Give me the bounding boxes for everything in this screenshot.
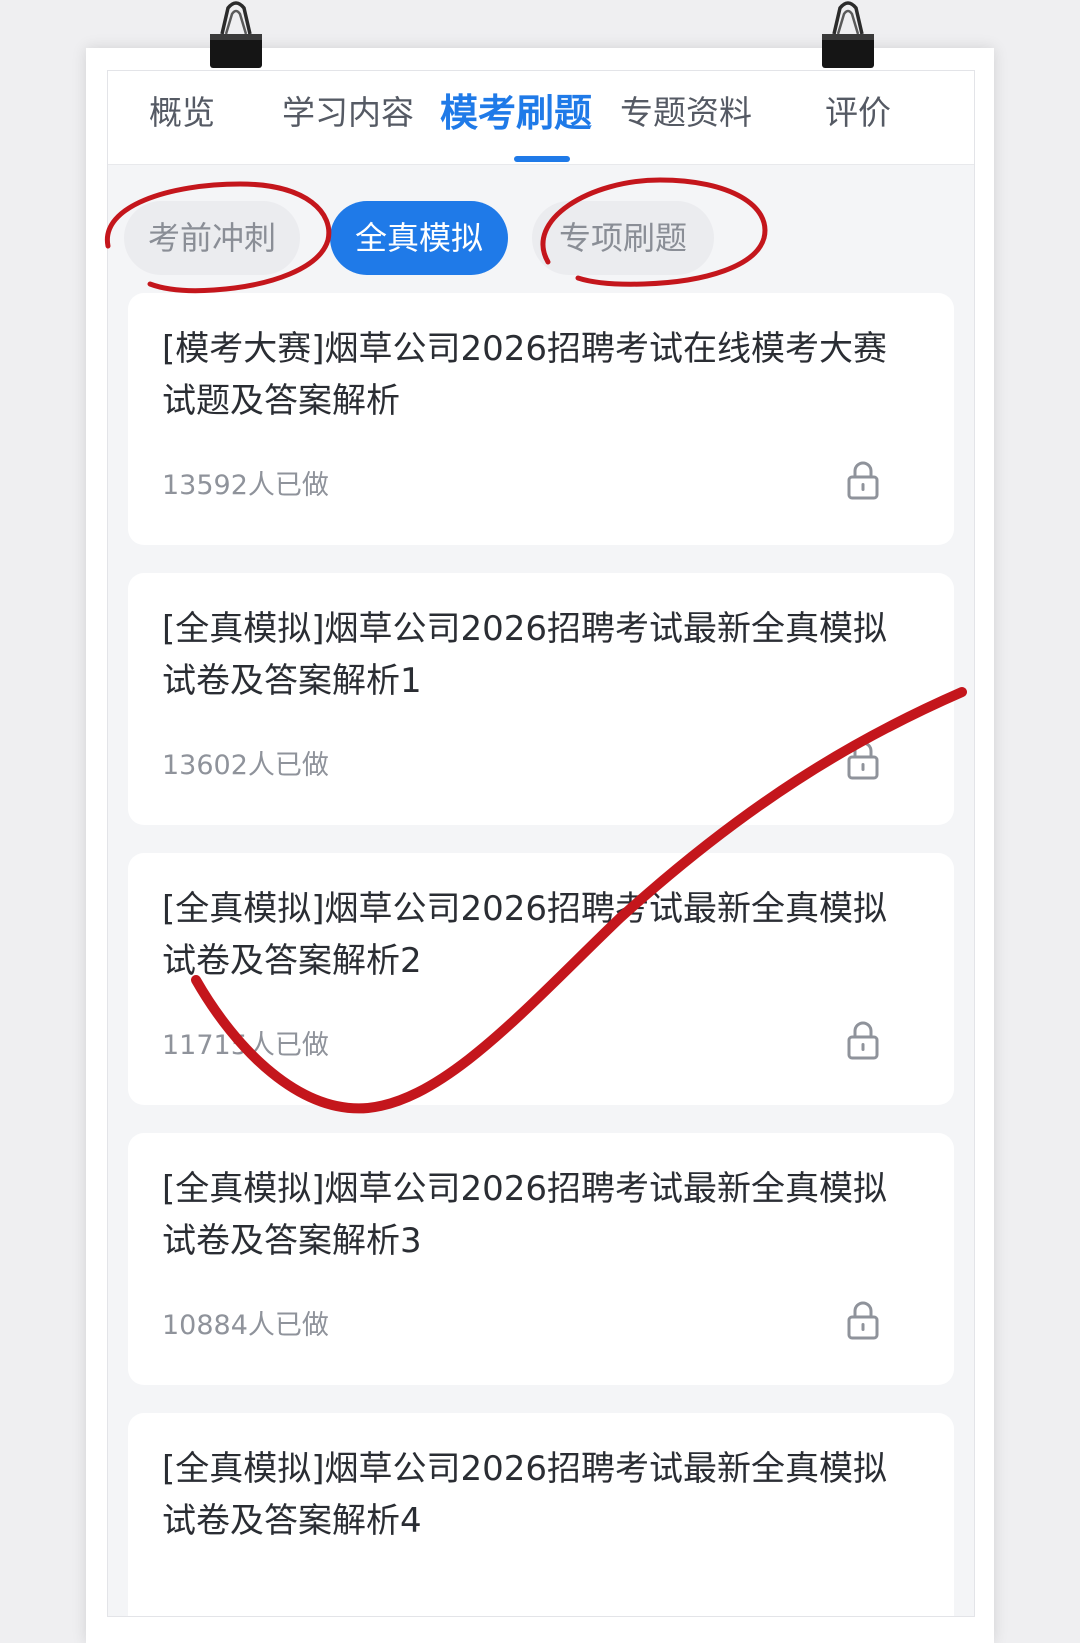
lock-icon (847, 461, 879, 500)
lock-icon (847, 1021, 879, 1060)
app-screen: 概览 学习内容 模考刷题 专题资料 评价 考前冲刺 全真模拟 专项刷题 [模考大… (107, 70, 975, 1617)
exam-title: [全真模拟]烟草公司2026招聘考试最新全真模拟试卷及答案解析1 (162, 609, 888, 701)
exam-card[interactable]: [模考大赛]烟草公司2026招聘考试在线模考大赛试题及答案解析 13592人已做 (128, 293, 954, 545)
exam-card[interactable]: [全真模拟]烟草公司2026招聘考试最新全真模拟试卷及答案解析2 11715人已… (128, 853, 954, 1105)
exam-card[interactable]: [全真模拟]烟草公司2026招聘考试最新全真模拟试卷及答案解析4 (128, 1413, 954, 1616)
attempt-count: 11715人已做 (162, 1030, 329, 1061)
filter-topic-practice[interactable]: 专项刷题 (532, 201, 714, 275)
filter-full-mock[interactable]: 全真模拟 (330, 201, 508, 275)
tab-mock-exams[interactable]: 模考刷题 (434, 89, 598, 137)
binder-clip-right-icon (822, 1, 874, 68)
exam-title: [模考大赛]烟草公司2026招聘考试在线模考大赛试题及答案解析 (162, 329, 888, 421)
attempt-count: 10884人已做 (162, 1310, 329, 1341)
lock-icon (847, 1301, 879, 1340)
tab-overview[interactable]: 概览 (144, 89, 220, 137)
attempt-count: 13592人已做 (162, 470, 329, 501)
exam-title: [全真模拟]烟草公司2026招聘考试最新全真模拟试卷及答案解析4 (162, 1449, 888, 1541)
attempt-count: 13602人已做 (162, 750, 329, 781)
lock-icon (847, 741, 879, 780)
exam-card[interactable]: [全真模拟]烟草公司2026招聘考试最新全真模拟试卷及答案解析3 10884人已… (128, 1133, 954, 1385)
tab-learning-content[interactable]: 学习内容 (278, 89, 418, 137)
exam-card[interactable]: [全真模拟]烟草公司2026招聘考试最新全真模拟试卷及答案解析1 13602人已… (128, 573, 954, 825)
exam-title: [全真模拟]烟草公司2026招聘考试最新全真模拟试卷及答案解析3 (162, 1169, 888, 1261)
tab-bar: 概览 学习内容 模考刷题 专题资料 评价 (108, 71, 974, 165)
exam-title: [全真模拟]烟草公司2026招聘考试最新全真模拟试卷及答案解析2 (162, 889, 888, 981)
binder-clip-left-icon (210, 1, 262, 68)
tab-topic-materials[interactable]: 专题资料 (616, 89, 756, 137)
filter-pre-exam-sprint[interactable]: 考前冲刺 (124, 201, 300, 275)
active-tab-indicator (514, 156, 570, 162)
tab-reviews[interactable]: 评价 (820, 89, 896, 137)
